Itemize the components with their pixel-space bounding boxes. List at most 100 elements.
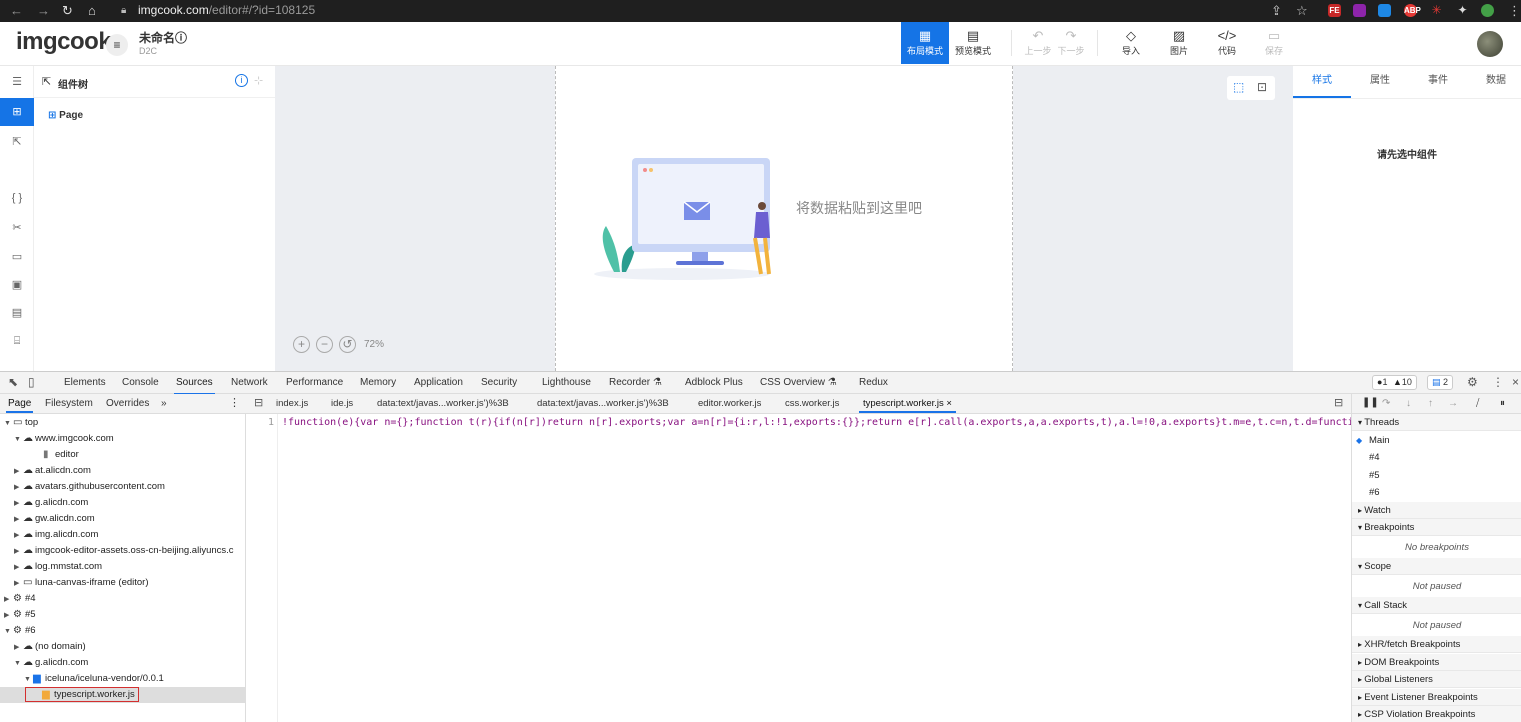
- expand-arrow-icon[interactable]: ▶: [14, 640, 23, 656]
- expand-arrow-icon[interactable]: ▶: [14, 576, 23, 592]
- tree-node-page[interactable]: ⊞ Page: [48, 110, 83, 121]
- inspect-icon[interactable]: ⬉: [8, 375, 18, 389]
- tab-0[interactable]: 样式: [1293, 66, 1351, 98]
- debugger-section-header[interactable]: ▸ XHR/fetch Breakpoints: [1352, 636, 1521, 653]
- expand-arrow-icon[interactable]: ▶: [4, 592, 13, 608]
- devtools-tab-0[interactable]: Elements: [64, 377, 106, 388]
- devtools-tab-11[interactable]: CSS Overview ⚗: [760, 377, 837, 388]
- share-node-icon[interactable]: ⇱: [0, 128, 34, 156]
- expand-arrow-icon[interactable]: ▶: [14, 528, 23, 544]
- message-counter[interactable]: ▤ 2: [1427, 375, 1454, 390]
- profile-icon[interactable]: [1481, 4, 1494, 17]
- image-panel-icon[interactable]: ▭: [0, 243, 34, 271]
- file-tab-3[interactable]: data:text/javas...worker.js')%3B: [537, 398, 669, 409]
- menu-dots-icon[interactable]: ⋮: [1508, 3, 1521, 19]
- artboard[interactable]: 将数据粘贴到这里吧: [555, 66, 1013, 371]
- toolbar-button-0[interactable]: ▦ 布局模式: [901, 22, 949, 64]
- file-tab-2[interactable]: data:text/javas...worker.js')%3B: [377, 398, 509, 409]
- file-tab-0[interactable]: index.js: [276, 398, 308, 409]
- debugger-section-header[interactable]: ▸ Watch: [1352, 501, 1521, 519]
- share-icon[interactable]: ⇪: [1271, 3, 1282, 19]
- back-icon[interactable]: ←: [10, 3, 23, 18]
- component-tree-icon[interactable]: ⊞: [0, 98, 34, 126]
- outline-icon[interactable]: ☰: [0, 68, 34, 96]
- tab-1[interactable]: 属性: [1351, 66, 1409, 98]
- navigator-row[interactable]: ▶ ☁︎ g.alicdn.com: [0, 495, 245, 511]
- navigator-row[interactable]: ▼ ☁︎ g.alicdn.com: [0, 655, 245, 671]
- thread-item[interactable]: #4: [1352, 449, 1521, 466]
- braces-icon[interactable]: { }: [0, 184, 34, 212]
- issue-counter[interactable]: ●1 ▲10: [1372, 375, 1417, 390]
- devtools-tab-9[interactable]: Recorder ⚗: [609, 377, 662, 388]
- debugger-section-header[interactable]: ▸ CSP Violation Breakpoints: [1352, 706, 1521, 722]
- debugger-section-header[interactable]: ▸ Global Listeners: [1352, 671, 1521, 688]
- debugger-section-header[interactable]: ▸ DOM Breakpoints: [1352, 653, 1521, 671]
- navigator-row[interactable]: ▶ ☁︎ gw.alicdn.com: [0, 511, 245, 528]
- home-icon[interactable]: ⌂: [88, 3, 96, 18]
- navigator-row[interactable]: ▮ editor: [0, 447, 245, 463]
- avatar[interactable]: [1477, 31, 1503, 57]
- devtools-tab-1[interactable]: Console: [122, 377, 159, 388]
- devtools-tab-2[interactable]: Sources: [174, 377, 215, 395]
- tab-2[interactable]: 事件: [1409, 66, 1467, 98]
- expand-arrow-icon[interactable]: ▶: [4, 608, 13, 624]
- devtools-tab-12[interactable]: Redux: [859, 377, 888, 388]
- navigator-row[interactable]: ▶ ⚙ #5: [0, 607, 245, 624]
- file-tab-4[interactable]: editor.worker.js: [698, 398, 761, 409]
- expand-arrow-icon[interactable]: ▶: [14, 544, 23, 560]
- menu-button[interactable]: ≡: [106, 34, 128, 56]
- navigator-row[interactable]: ▶ ⚙ #4: [0, 591, 245, 608]
- expand-arrow-icon[interactable]: ▼: [4, 416, 13, 432]
- extension-red-icon[interactable]: ✳: [1430, 4, 1443, 17]
- zoom-reset-icon[interactable]: ↺: [339, 336, 356, 353]
- navigator-row[interactable]: ▶ ☁︎ at.alicdn.com: [0, 463, 245, 480]
- tab-3[interactable]: 数据: [1467, 66, 1521, 98]
- zoom-in-icon[interactable]: +: [293, 336, 310, 353]
- expand-arrow-icon[interactable]: ▶: [14, 464, 23, 480]
- extension-fe-icon[interactable]: FE: [1328, 4, 1341, 17]
- module-icon[interactable]: ▣: [0, 271, 34, 299]
- expand-arrow-icon[interactable]: ▶: [14, 480, 23, 496]
- extension-purple-icon[interactable]: [1353, 4, 1366, 17]
- navigator-row[interactable]: ▼ ▆ iceluna/iceluna-vendor/0.0.1: [0, 671, 245, 687]
- toolbar-button-5[interactable]: ▨ 图片: [1163, 22, 1195, 64]
- forward-icon[interactable]: →: [37, 3, 50, 18]
- navigator-row[interactable]: ▶ ▭ luna-canvas-iframe (editor): [0, 575, 245, 592]
- file-tab-1[interactable]: ide.js: [331, 398, 353, 409]
- reload-icon[interactable]: ↻: [62, 3, 73, 19]
- toggle-debugger-icon[interactable]: ⊟: [1334, 396, 1343, 409]
- navigator-row[interactable]: ▶ ☁︎ avatars.githubusercontent.com: [0, 479, 245, 496]
- toolbar-button-1[interactable]: ▤ 预览模式: [950, 22, 996, 64]
- sources-tab-1[interactable]: Filesystem: [45, 398, 93, 409]
- expand-arrow-icon[interactable]: ▶: [14, 512, 23, 528]
- devtools-tab-6[interactable]: Application: [414, 377, 463, 388]
- devtools-menu-icon[interactable]: ⋮: [1492, 375, 1504, 389]
- device-toggle-icon[interactable]: ▯: [28, 375, 35, 389]
- bookmark-star-icon[interactable]: ☆: [1296, 3, 1308, 19]
- navigator-row[interactable]: ▼ ☁︎ www.imgcook.com: [0, 431, 245, 448]
- debugger-section-header[interactable]: ▾ Call Stack: [1352, 597, 1521, 614]
- add-frame-icon[interactable]: ⊡: [1257, 80, 1267, 94]
- select-icon[interactable]: ⬚: [1233, 80, 1244, 94]
- expand-arrow-icon[interactable]: ▶: [14, 560, 23, 576]
- debugger-section-header[interactable]: ▾ Threads: [1352, 414, 1521, 431]
- toolbar-button-4[interactable]: ◇ 导入: [1115, 22, 1147, 64]
- document-icon[interactable]: ▤: [0, 299, 34, 327]
- code-editor[interactable]: 1 !function(e){var n={};function t(r){if…: [246, 414, 1351, 722]
- sources-tab-0[interactable]: Page: [6, 398, 34, 413]
- expand-arrow-icon[interactable]: ▼: [4, 624, 13, 640]
- devtools-tab-5[interactable]: Memory: [360, 377, 396, 388]
- settings-gear-icon[interactable]: ⚙: [1467, 375, 1478, 389]
- tools-icon[interactable]: ✂: [0, 214, 34, 242]
- address-bar[interactable]: imgcook.com/editor#/?id=108125: [138, 3, 315, 17]
- navigator-row[interactable]: ▆ typescript.worker.js: [0, 687, 245, 703]
- info-icon[interactable]: i: [235, 74, 248, 87]
- expand-arrow-icon[interactable]: ▼: [14, 432, 23, 448]
- navigator-row[interactable]: ▶ ☁︎ imgcook-editor-assets.oss-cn-beijing.…: [0, 543, 245, 560]
- navigator-row[interactable]: ▶ ☁︎ img.alicdn.com: [0, 527, 245, 544]
- navigator-row[interactable]: ▼ ⚙ #6: [0, 623, 245, 640]
- devtools-tab-7[interactable]: Security: [481, 377, 517, 388]
- thread-item[interactable]: #5: [1352, 466, 1521, 484]
- pin-icon[interactable]: ⊹: [254, 74, 263, 87]
- adblock-icon[interactable]: ABP: [1404, 4, 1421, 17]
